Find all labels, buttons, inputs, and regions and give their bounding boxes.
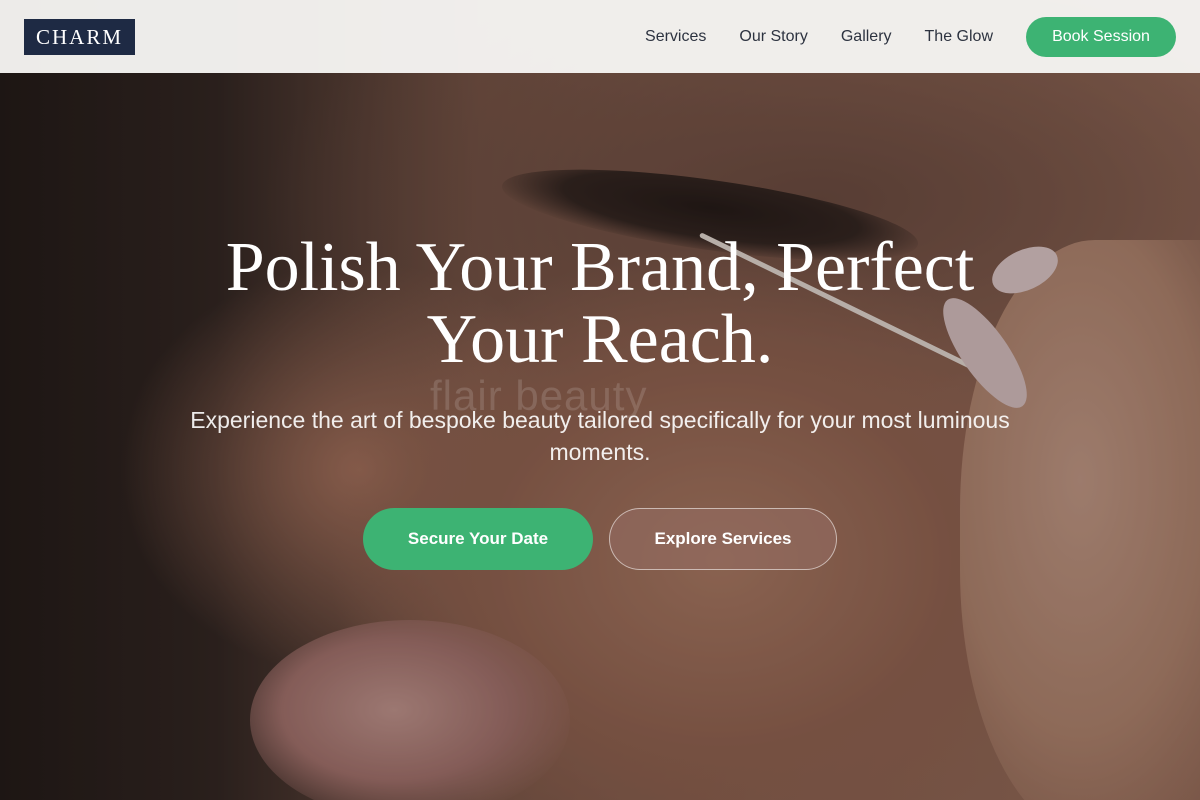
brand-logo[interactable]: CHARM <box>24 18 136 55</box>
secure-your-date-button[interactable]: Secure Your Date <box>363 508 593 570</box>
nav-link-the-glow[interactable]: The Glow <box>925 28 993 46</box>
nav-link-services[interactable]: Services <box>645 28 706 46</box>
book-session-button[interactable]: Book Session <box>1026 16 1176 57</box>
nav-link-gallery[interactable]: Gallery <box>841 28 892 46</box>
main-nav: Services Our Story Gallery The Glow Book… <box>645 16 1176 57</box>
explore-services-button[interactable]: Explore Services <box>609 508 837 570</box>
hero-headline: Polish Your Brand, Perfect Your Reach. <box>225 229 975 378</box>
nav-link-our-story[interactable]: Our Story <box>739 28 807 46</box>
hero-subtitle: Experience the art of bespoke beauty tai… <box>190 407 1010 465</box>
hero-content: Polish Your Brand, Perfect Your Reach. E… <box>0 232 1200 570</box>
hero-cta-row: Secure Your Date Explore Services <box>0 508 1200 570</box>
top-navbar: CHARM Services Our Story Gallery The Glo… <box>0 0 1200 73</box>
